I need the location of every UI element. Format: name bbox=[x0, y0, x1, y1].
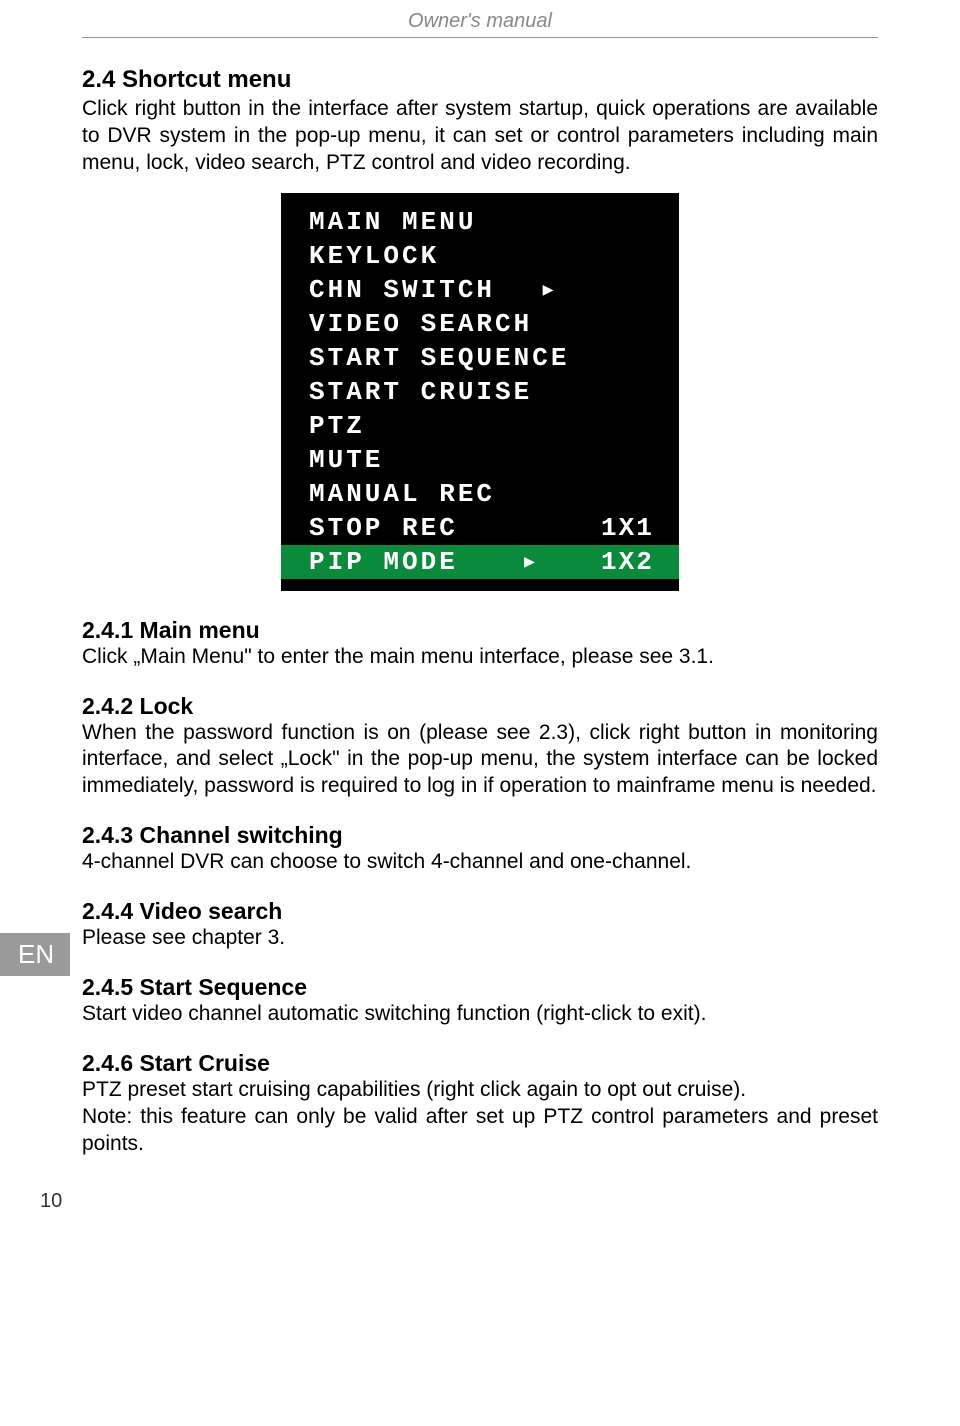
menu-item-manual-rec[interactable]: MANUAL REC bbox=[281, 477, 679, 511]
section-244-title: 2.4.4 Video search bbox=[82, 898, 878, 925]
menu-label: PIP MODE bbox=[309, 547, 458, 577]
menu-label: START CRUISE bbox=[309, 377, 532, 407]
section-245-body: Start video channel automatic switching … bbox=[82, 1001, 878, 1028]
menu-label: MUTE bbox=[309, 445, 383, 475]
menu-item-ptz[interactable]: PTZ bbox=[281, 409, 679, 443]
menu-item-chn-switch[interactable]: CHN SWITCH ▶ bbox=[281, 273, 679, 307]
section-246-title: 2.4.6 Start Cruise bbox=[82, 1050, 878, 1077]
menu-item-video-search[interactable]: VIDEO SEARCH bbox=[281, 307, 679, 341]
section-245-title: 2.4.5 Start Sequence bbox=[82, 974, 878, 1001]
page-header: Owner's manual bbox=[82, 0, 878, 38]
page-number: 10 bbox=[40, 1190, 62, 1213]
section-242-body: When the password function is on (please… bbox=[82, 720, 878, 801]
section-241-title: 2.4.1 Main menu bbox=[82, 617, 878, 644]
section-243-title: 2.4.3 Channel switching bbox=[82, 822, 878, 849]
manual-page: Owner's manual 2.4 Shortcut menu Click r… bbox=[0, 0, 960, 1213]
menu-item-stop-rec[interactable]: STOP REC 1X1 bbox=[281, 511, 679, 545]
menu-label: CHN SWITCH bbox=[309, 275, 495, 305]
chevron-right-icon: ▶ bbox=[524, 551, 535, 573]
menu-item-start-cruise[interactable]: START CRUISE bbox=[281, 375, 679, 409]
menu-item-main-menu[interactable]: MAIN MENU bbox=[281, 205, 679, 239]
section-243-body: 4-channel DVR can choose to switch 4-cha… bbox=[82, 849, 878, 876]
menu-label: STOP REC bbox=[309, 513, 458, 543]
section-241-body: Click „Main Menu" to enter the main menu… bbox=[82, 644, 878, 671]
menu-label: VIDEO SEARCH bbox=[309, 309, 532, 339]
menu-label: MAIN MENU bbox=[309, 207, 476, 237]
language-tab: EN bbox=[0, 933, 70, 976]
section-246-body1: PTZ preset start cruising capabilities (… bbox=[82, 1077, 878, 1104]
menu-label: MANUAL REC bbox=[309, 479, 495, 509]
section-244-body: Please see chapter 3. bbox=[82, 925, 878, 952]
menu-label: START SEQUENCE bbox=[309, 343, 569, 373]
section-24-title: 2.4 Shortcut menu bbox=[82, 66, 878, 94]
menu-label: PTZ bbox=[309, 411, 365, 441]
section-246-body2: Note: this feature can only be valid aft… bbox=[82, 1104, 878, 1158]
menu-item-start-sequence[interactable]: START SEQUENCE bbox=[281, 341, 679, 375]
menu-item-mute[interactable]: MUTE bbox=[281, 443, 679, 477]
shortcut-menu-screenshot: MAIN MENU KEYLOCK CHN SWITCH ▶ VIDEO SEA… bbox=[281, 193, 679, 591]
menu-right-value: 1X2 bbox=[601, 547, 661, 577]
menu-right-value: 1X1 bbox=[601, 513, 661, 543]
section-242-title: 2.4.2 Lock bbox=[82, 693, 878, 720]
menu-label: KEYLOCK bbox=[309, 241, 439, 271]
menu-item-pip-mode[interactable]: PIP MODE ▶ 1X2 bbox=[281, 545, 679, 579]
menu-item-keylock[interactable]: KEYLOCK bbox=[281, 239, 679, 273]
chevron-right-icon: ▶ bbox=[543, 279, 554, 301]
section-24-body: Click right button in the interface afte… bbox=[82, 96, 878, 177]
